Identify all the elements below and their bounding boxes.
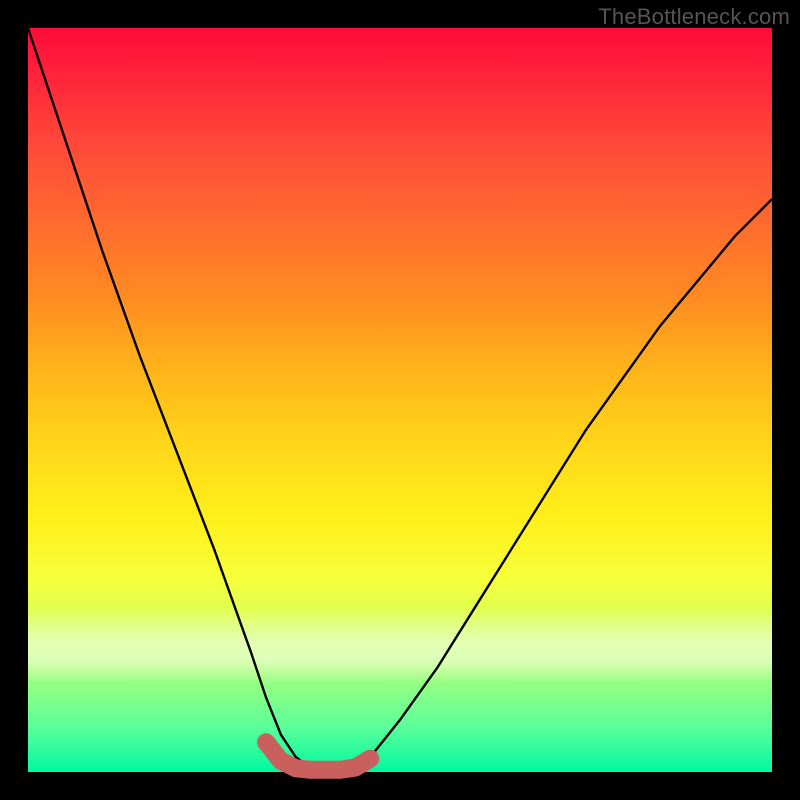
plot-area <box>28 28 772 772</box>
curve-layer <box>28 28 772 772</box>
bottleneck-curve <box>28 28 772 772</box>
watermark-text: TheBottleneck.com <box>598 4 790 30</box>
bottleneck-flat-marker <box>266 742 370 770</box>
chart-frame: TheBottleneck.com <box>0 0 800 800</box>
